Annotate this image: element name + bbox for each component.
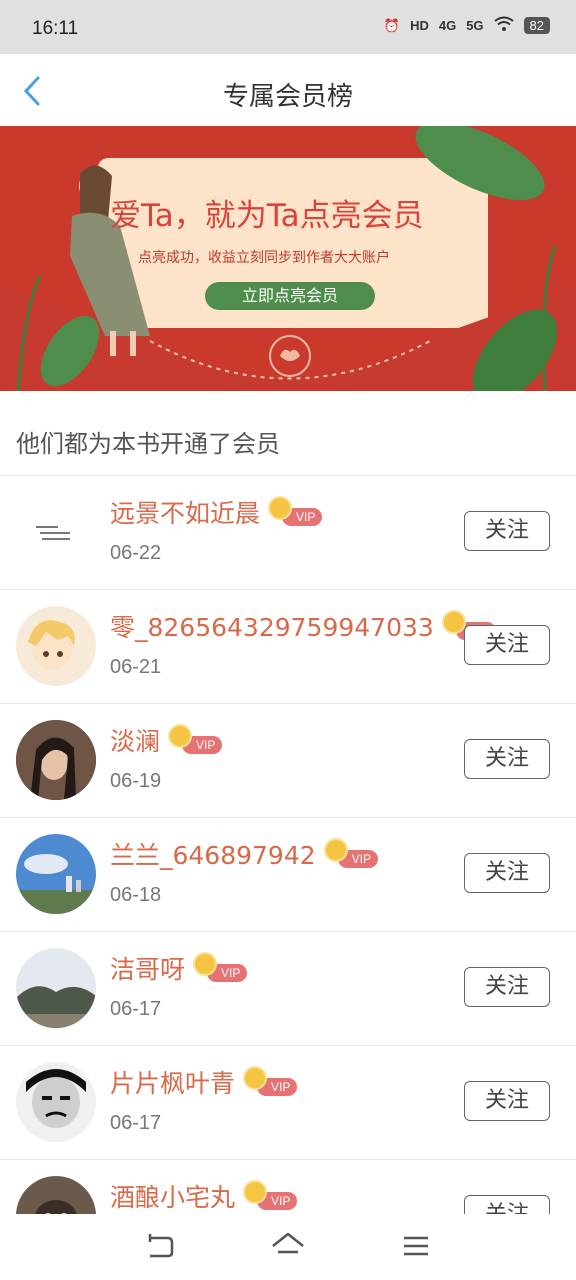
- list-item[interactable]: 淡澜 VIP 06-19 关注: [0, 704, 576, 818]
- member-name-text: 兰兰_646897942: [110, 841, 316, 870]
- follow-button[interactable]: 关注: [464, 1081, 550, 1121]
- vip-badge: VIP: [243, 1066, 298, 1096]
- avatar[interactable]: [16, 834, 96, 914]
- section-title: 他们都为本书开通了会员: [16, 430, 280, 458]
- hd-icon: HD: [410, 18, 429, 33]
- banner-subtitle: 点亮成功，收益立刻同步到作者大大账户: [138, 250, 390, 266]
- promo-banner[interactable]: 爱Ta，就为Ta点亮会员 点亮成功，收益立刻同步到作者大大账户 立即点亮会员: [0, 126, 576, 391]
- list-item[interactable]: 片片枫叶青 VIP 06-17 关注: [0, 1046, 576, 1160]
- nav-menu-button[interactable]: [398, 1230, 434, 1262]
- nav-back-button[interactable]: [142, 1230, 178, 1262]
- list-item[interactable]: 零_826564329759947033VIP 06-21 关注: [0, 590, 576, 704]
- member-name[interactable]: 远景不如近晨 VIP: [110, 494, 323, 530]
- member-name-text: 淡澜: [110, 727, 161, 756]
- title-bar: 专属会员榜: [0, 54, 576, 127]
- follow-button[interactable]: 关注: [464, 511, 550, 551]
- avatar[interactable]: [16, 720, 96, 800]
- status-time: 16:11: [32, 18, 79, 39]
- member-name[interactable]: 洁哥呀 VIP: [110, 950, 248, 986]
- home-icon: [272, 1232, 304, 1254]
- join-date: 06-22: [110, 542, 162, 564]
- alarm-icon: ⏰: [383, 17, 401, 33]
- member-name[interactable]: 淡澜 VIP: [110, 722, 223, 758]
- vip-badge: VIP: [193, 952, 248, 982]
- crown-icon: [243, 1066, 268, 1090]
- avatar[interactable]: [16, 492, 96, 572]
- avatar[interactable]: [16, 606, 96, 686]
- member-name-text: 片片枫叶青: [110, 1069, 236, 1098]
- wifi-icon: [493, 16, 514, 35]
- member-name-text: 酒酿小宅丸: [110, 1183, 236, 1212]
- avatar[interactable]: [16, 1062, 96, 1142]
- return-icon: [148, 1234, 174, 1258]
- banner-headline: 爱Ta，就为Ta点亮会员: [110, 198, 424, 234]
- page-title: 专属会员榜: [222, 82, 353, 112]
- crown-icon: [323, 838, 348, 862]
- crown-icon: [441, 610, 466, 634]
- vip-badge: VIP: [268, 496, 323, 526]
- member-name[interactable]: 酒酿小宅丸 VIP: [110, 1178, 298, 1214]
- vip-badge: VIP: [168, 724, 223, 754]
- join-date: 06-17: [110, 998, 162, 1020]
- light-up-vip-button[interactable]: 立即点亮会员: [205, 282, 375, 310]
- member-list[interactable]: 远景不如近晨VIP 06-22 关注 零_826564329759947033V…: [0, 476, 576, 1214]
- menu-icon: [404, 1236, 428, 1256]
- list-item[interactable]: 远景不如近晨 VIP 06-22 关注: [0, 476, 576, 590]
- member-name[interactable]: 兰兰_646897942 VIP: [110, 836, 378, 872]
- member-name[interactable]: 片片枫叶青 VIP: [110, 1064, 298, 1100]
- vip-badge: VIP: [323, 838, 378, 868]
- battery-indicator: 82: [523, 17, 550, 34]
- list-item[interactable]: 洁哥呀 VIP 06-17 关注: [0, 932, 576, 1046]
- follow-button[interactable]: 关注: [464, 853, 550, 893]
- join-date: 06-19: [110, 770, 162, 792]
- signal-5g-icon: 5G: [466, 18, 484, 33]
- system-nav-bar: [0, 1214, 576, 1280]
- crown-icon: [168, 724, 193, 748]
- nav-home-button[interactable]: [270, 1230, 306, 1262]
- join-date: 06-17: [110, 1112, 162, 1134]
- join-date: 06-18: [110, 884, 162, 906]
- vip-badge: VIP: [243, 1180, 298, 1210]
- list-item[interactable]: 酒酿小宅丸VIP 关注: [0, 1160, 576, 1214]
- member-name-text: 洁哥呀: [110, 955, 186, 984]
- member-name-text: 远景不如近晨: [110, 499, 261, 528]
- status-icons: ⏰ HD 4G 5G 82: [384, 16, 550, 35]
- status-bar: 16:11 ⏰ HD 4G 5G 82: [0, 0, 576, 54]
- follow-button[interactable]: 关注: [464, 967, 550, 1007]
- crown-icon: [268, 496, 293, 520]
- avatar[interactable]: [16, 1176, 96, 1214]
- member-name-text: 零_826564329759947033: [110, 613, 434, 642]
- follow-button[interactable]: 关注: [464, 739, 550, 779]
- join-date: 06-21: [110, 656, 162, 678]
- list-item[interactable]: 兰兰_646897942 VIP 06-18 关注: [0, 818, 576, 932]
- avatar[interactable]: [16, 948, 96, 1028]
- crown-icon: [193, 952, 218, 976]
- crown-icon: [243, 1180, 268, 1204]
- signal-4g-icon: 4G: [438, 18, 457, 33]
- follow-button[interactable]: 关注: [464, 1195, 550, 1214]
- follow-button[interactable]: 关注: [464, 625, 550, 665]
- member-name[interactable]: 零_826564329759947033VIP: [110, 608, 497, 644]
